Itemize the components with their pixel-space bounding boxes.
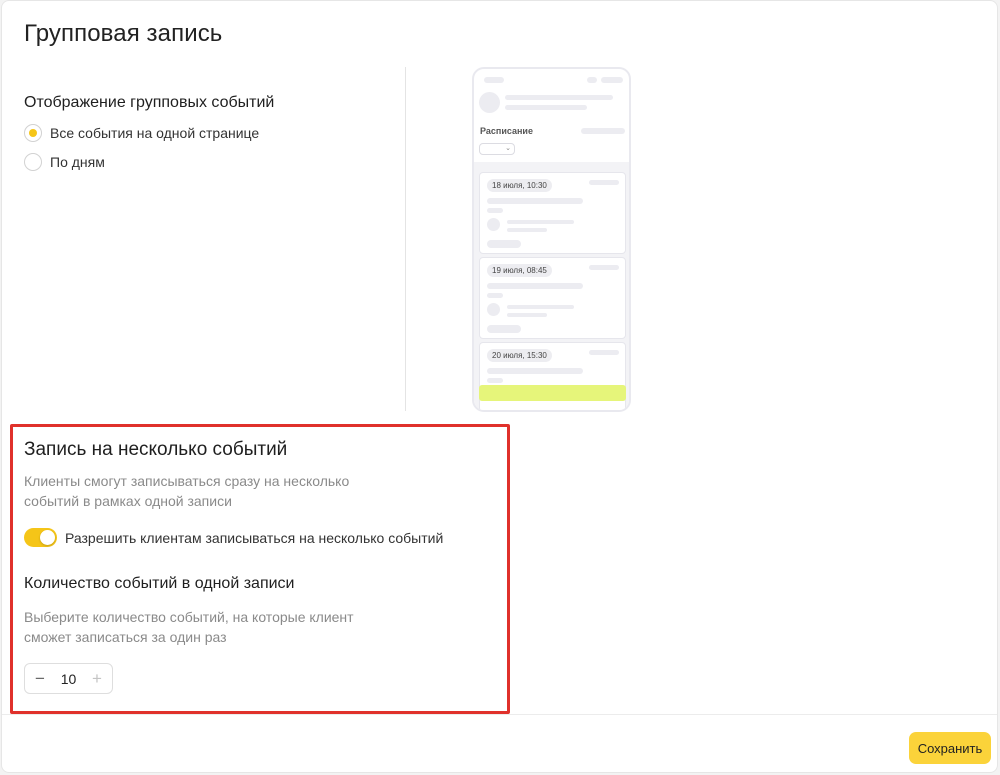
skeleton-bar [507, 313, 547, 317]
skeleton-bar [484, 77, 504, 83]
preview-event-date: 18 июля, 10:30 [487, 179, 552, 192]
skeleton-avatar [487, 218, 500, 231]
radio-unchecked-icon[interactable] [24, 153, 42, 171]
skeleton-bar [601, 77, 623, 83]
allow-multi-booking-toggle[interactable] [24, 528, 57, 547]
footer-divider [2, 714, 997, 715]
chevron-down-icon: ⌄ [505, 145, 511, 152]
settings-panel: Групповая запись Отображение групповых с… [1, 0, 998, 773]
events-count-heading: Количество событий в одной записи [24, 575, 295, 592]
skeleton-bar [487, 368, 583, 374]
radio-label: По дням [50, 154, 105, 170]
skeleton-bar [587, 77, 597, 83]
description-line: сможет записаться за один раз [24, 629, 227, 645]
skeleton-bar [507, 220, 574, 224]
radio-option-by-days[interactable]: По дням [24, 153, 105, 171]
radio-checked-icon[interactable] [24, 124, 42, 142]
preview-event-card: 18 июля, 10:30 [479, 172, 626, 254]
skeleton-bar [507, 305, 574, 309]
multi-booking-description: Клиенты смогут записываться сразу на нес… [24, 471, 404, 511]
vertical-divider [405, 67, 406, 411]
display-section-heading: Отображение групповых событий [24, 94, 275, 111]
decrement-button[interactable]: − [33, 670, 47, 687]
increment-button[interactable]: + [90, 670, 104, 687]
skeleton-bar [487, 240, 521, 248]
preview-schedule-label: Расписание [480, 126, 533, 136]
multi-booking-heading: Запись на несколько событий [24, 439, 288, 460]
skeleton-bar [487, 208, 503, 213]
skeleton-bar [581, 128, 625, 134]
page-title: Групповая запись [24, 20, 223, 47]
skeleton-bar [505, 105, 587, 110]
skeleton-bar [507, 228, 547, 232]
preview-event-card: 19 июля, 08:45 [479, 257, 626, 339]
skeleton-bar [487, 283, 583, 289]
toggle-label: Разрешить клиентам записываться на неско… [65, 529, 444, 546]
preview-event-date: 20 июля, 15:30 [487, 349, 552, 362]
skeleton-bar [505, 95, 613, 100]
radio-option-all-events[interactable]: Все события на одной странице [24, 124, 259, 142]
radio-label: Все события на одной странице [50, 125, 260, 141]
stepper-value[interactable]: 10 [61, 671, 77, 687]
description-line: Клиенты смогут записываться сразу на нес… [24, 473, 350, 489]
events-count-stepper[interactable]: − 10 + [24, 663, 113, 694]
preview-select: ⌄ [479, 143, 515, 155]
preview-book-button [479, 385, 626, 401]
skeleton-bar [487, 378, 503, 383]
skeleton-bar [487, 198, 583, 204]
save-button[interactable]: Сохранить [909, 732, 991, 764]
skeleton-avatar [487, 303, 500, 316]
skeleton-bar [487, 325, 521, 333]
skeleton-bar [589, 350, 619, 355]
preview-events-area: 18 июля, 10:30 19 июля, 08:45 20 июля, 1… [474, 162, 629, 410]
skeleton-bar [487, 293, 503, 298]
events-count-description: Выберите количество событий, на которые … [24, 607, 404, 647]
allow-multi-booking-row[interactable]: Разрешить клиентам записываться на неско… [24, 528, 443, 547]
description-line: Выберите количество событий, на которые … [24, 609, 354, 625]
preview-event-card: 20 июля, 15:30 [479, 342, 626, 410]
skeleton-avatar [479, 92, 500, 113]
phone-preview: Расписание ⌄ 18 июля, 10:30 19 июля, 08:… [472, 67, 631, 412]
skeleton-bar [589, 180, 619, 185]
skeleton-bar [589, 265, 619, 270]
preview-event-date: 19 июля, 08:45 [487, 264, 552, 277]
description-line: событий в рамках одной записи [24, 493, 232, 509]
